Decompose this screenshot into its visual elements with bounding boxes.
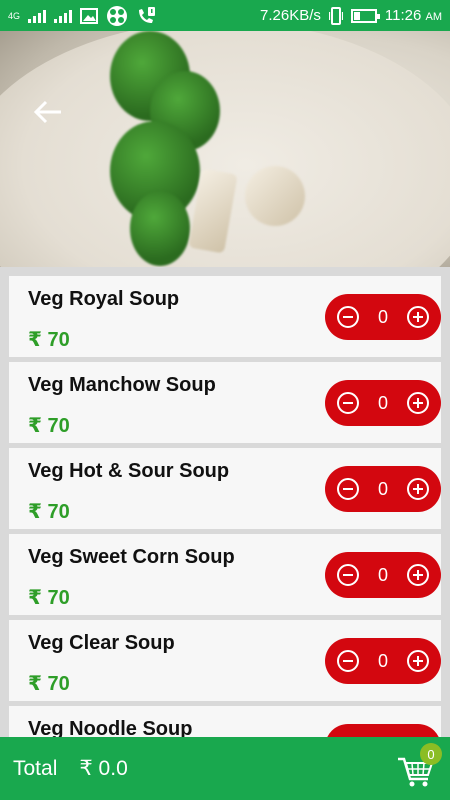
quantity-value: 0 — [377, 650, 388, 671]
quantity-value: 0 — [377, 478, 388, 499]
increment-button[interactable] — [406, 564, 429, 586]
quantity-stepper: 0 — [325, 552, 441, 598]
increment-button[interactable] — [406, 392, 429, 414]
item-name: Veg Royal Soup — [28, 288, 180, 310]
crouton — [245, 166, 305, 226]
item-name: Veg Sweet Corn Soup — [28, 546, 235, 568]
cart-count-badge: 0 — [420, 743, 442, 765]
quantity-value: 0 — [377, 306, 388, 327]
list-item: Veg Sweet Corn Soup ₹ 70 0 — [9, 534, 441, 615]
app-grid-icon — [107, 5, 128, 26]
parsley-garnish — [130, 191, 190, 266]
list-item: Veg Manchow Soup ₹ 70 0 — [9, 362, 441, 443]
item-price: ₹ 70 — [28, 501, 70, 523]
item-name: Veg Manchow Soup — [28, 374, 216, 396]
increment-button[interactable] — [406, 650, 429, 672]
increment-button[interactable] — [406, 306, 429, 328]
signal-icon — [28, 9, 47, 23]
call-alert-icon — [139, 6, 156, 23]
status-bar: 4G 7.26KB/s 11:26 AM — [0, 0, 450, 31]
list-item: Veg Clear Soup ₹ 70 0 — [9, 620, 441, 701]
quantity-value: 0 — [377, 392, 388, 413]
total-bar: Total ₹ 0.0 0 — [0, 737, 450, 800]
quantity-stepper — [325, 724, 441, 737]
decrement-button[interactable] — [337, 478, 359, 500]
decrement-button[interactable] — [337, 392, 359, 414]
list-item: Veg Hot & Sour Soup ₹ 70 0 — [9, 448, 441, 529]
hero-image — [0, 31, 450, 267]
quantity-value: 0 — [377, 564, 388, 585]
menu-list[interactable]: Veg Royal Soup ₹ 70 0 Veg Manchow Soup ₹… — [0, 267, 450, 737]
item-name: Veg Noodle Soup — [28, 718, 193, 737]
item-price: ₹ 70 — [28, 587, 70, 609]
quantity-stepper: 0 — [325, 294, 441, 340]
total-label: Total — [13, 756, 58, 780]
decrement-button[interactable] — [337, 650, 359, 672]
quantity-stepper: 0 — [325, 638, 441, 684]
item-price: ₹ 70 — [28, 415, 70, 437]
image-icon — [80, 7, 99, 24]
vibrate-icon — [328, 6, 343, 25]
arrow-left-icon — [33, 100, 61, 124]
signal-icon-2 — [54, 9, 73, 23]
quantity-stepper: 0 — [325, 380, 441, 426]
back-button[interactable] — [30, 97, 66, 127]
cart-button[interactable]: 0 — [396, 743, 442, 789]
clock-ampm: AM — [425, 11, 443, 23]
total-amount: ₹ 0.0 — [79, 757, 128, 780]
item-name: Veg Hot & Sour Soup — [28, 460, 230, 482]
battery-icon — [350, 8, 380, 23]
decrement-button[interactable] — [337, 306, 359, 328]
net-speed: 7.26KB/s — [260, 7, 321, 24]
clock: 11:26 AM — [385, 7, 442, 24]
list-item: Veg Royal Soup ₹ 70 0 — [9, 276, 441, 357]
item-name: Veg Clear Soup — [28, 632, 175, 654]
clock-time: 11:26 — [384, 7, 422, 24]
quantity-stepper: 0 — [325, 466, 441, 512]
status-right: 7.26KB/s 11:26 AM — [260, 6, 442, 25]
network-type: 4G — [8, 10, 21, 21]
item-price: ₹ 70 — [28, 673, 70, 695]
app-screen: 4G 7.26KB/s 11:26 AM Veg Royal Soup ₹ 70… — [0, 0, 450, 800]
status-left: 4G — [8, 5, 156, 27]
item-price: ₹ 70 — [28, 329, 70, 351]
increment-button[interactable] — [406, 478, 429, 500]
list-item: Veg Noodle Soup — [9, 706, 441, 737]
decrement-button[interactable] — [337, 564, 359, 586]
